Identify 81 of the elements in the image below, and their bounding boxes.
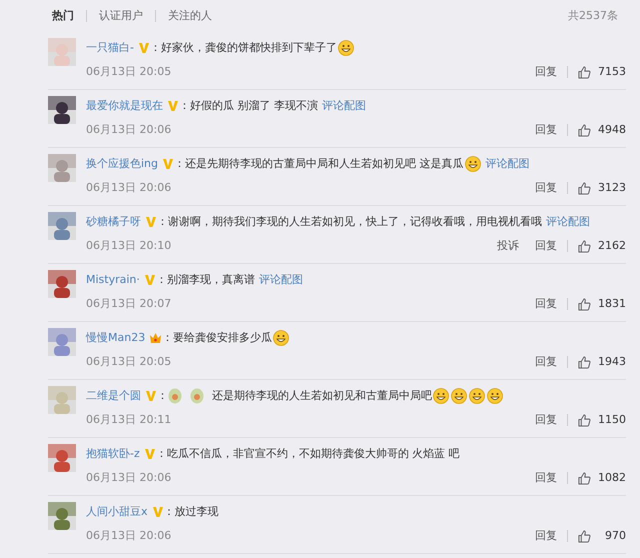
action-link[interactable]: 回复 [535, 64, 557, 80]
comment-text: 吃瓜不信瓜，非官宣不约，不如期待龚俊大帅哥的 火焰蓝 吧 [166, 446, 460, 462]
comment-time: 06月13日 20:10 [86, 238, 172, 254]
colon: ： [156, 446, 167, 462]
like-count: 7153 [597, 64, 626, 80]
username-link[interactable]: Mistyrain· [86, 272, 140, 288]
action-link[interactable]: 回复 [535, 238, 557, 254]
comment-text: 别溜李现，真离谱 [166, 272, 255, 288]
smiley-icon [451, 388, 467, 404]
smiley-icon [273, 330, 290, 346]
filter-tab[interactable]: 热门 [52, 8, 74, 24]
like-icon[interactable] [578, 530, 591, 543]
image-link[interactable]: 评论配图 [258, 272, 303, 288]
like-icon[interactable] [578, 182, 591, 195]
like-count: 1150 [597, 412, 626, 428]
comment-text: 好假的瓜 别溜了 李现不演 [190, 98, 318, 114]
username-link[interactable]: 二维是个圆 [86, 388, 141, 404]
username-link[interactable]: 慢慢Man23 [86, 330, 146, 346]
username-link[interactable]: 一只猫白- [86, 40, 134, 56]
like-count: 4948 [597, 122, 626, 138]
like-count: 1943 [597, 354, 626, 370]
action-link[interactable]: 回复 [535, 180, 557, 196]
image-link[interactable]: 评论配图 [322, 98, 366, 114]
comment-time: 06月13日 20:06 [86, 122, 172, 138]
like-icon[interactable] [578, 298, 591, 311]
username-link[interactable]: 砂糖橘子呀 [86, 214, 141, 230]
action-link[interactable]: 回复 [535, 412, 557, 428]
comment-count: 共2537条 [568, 8, 618, 24]
like-count: 3123 [597, 180, 626, 196]
like-count: 970 [604, 528, 626, 544]
colon: ： [164, 504, 175, 520]
like-icon[interactable] [578, 124, 591, 137]
action-link[interactable]: 投诉 [497, 238, 519, 254]
comment-time: 06月13日 20:06 [86, 180, 172, 196]
sticker-icon [190, 388, 204, 404]
sticker-icon [168, 388, 182, 404]
smiley-icon [469, 388, 485, 404]
comment-text: 要给龚俊安排多少瓜 [173, 330, 272, 346]
colon: ： [162, 330, 174, 346]
filter-tab[interactable]: 认证用户 [99, 8, 143, 24]
comment-time: 06月13日 20:11 [86, 412, 172, 428]
colon: ： [157, 214, 168, 230]
like-icon[interactable] [578, 66, 591, 79]
comment-text: 谢谢啊，期待我们李现的人生若如初见，快上了，记得收看哦，用电视机看哦 [168, 214, 542, 230]
colon: ： [157, 388, 168, 404]
image-link[interactable]: 评论配图 [546, 214, 590, 230]
like-icon[interactable] [578, 240, 591, 253]
comment-text: 放过李现 [174, 504, 219, 520]
action-link[interactable]: 回复 [535, 296, 557, 312]
comment-time: 06月13日 20:05 [86, 64, 172, 80]
image-link[interactable]: 评论配图 [486, 156, 530, 172]
like-count: 1082 [597, 470, 626, 486]
username-link[interactable]: 抱猫软卧-z [86, 446, 140, 462]
comment-time: 06月13日 20:05 [86, 354, 172, 370]
like-count: 1831 [597, 296, 626, 312]
comment-text: 好家伙，龚俊的饼都快排到下辈子了 [160, 40, 337, 56]
like-icon[interactable] [578, 414, 591, 427]
like-icon[interactable] [578, 356, 591, 369]
comment-text: 还是期待李现的人生若如初见和古董局中局吧 [212, 388, 432, 404]
colon: ： [179, 98, 190, 114]
smiley-icon [464, 156, 481, 172]
action-link[interactable]: 回复 [535, 528, 557, 544]
smiley-icon [338, 40, 354, 56]
like-count: 2162 [597, 238, 626, 254]
action-link[interactable]: 回复 [535, 122, 557, 138]
action-link[interactable]: 回复 [535, 354, 557, 370]
colon: ： [174, 156, 186, 172]
comment-time: 06月13日 20:06 [86, 528, 172, 544]
action-link[interactable]: 回复 [535, 470, 557, 486]
smiley-icon [433, 388, 449, 404]
like-icon[interactable] [578, 472, 591, 485]
colon: ： [156, 272, 167, 288]
smiley-icon [487, 388, 503, 404]
username-link[interactable]: 人间小甜豆x [86, 504, 148, 520]
username-link[interactable]: 换个应援色ing [86, 156, 158, 172]
username-link[interactable]: 最爱你就是现在 [86, 98, 163, 114]
colon: ： [150, 40, 161, 56]
comment-time: 06月13日 20:06 [86, 470, 172, 486]
comment-text: 还是先期待李现的古董局中局和人生若如初见吧 这是真瓜 [185, 156, 464, 172]
comment-time: 06月13日 20:07 [86, 296, 172, 312]
filter-tab[interactable]: 关注的人 [168, 8, 212, 24]
